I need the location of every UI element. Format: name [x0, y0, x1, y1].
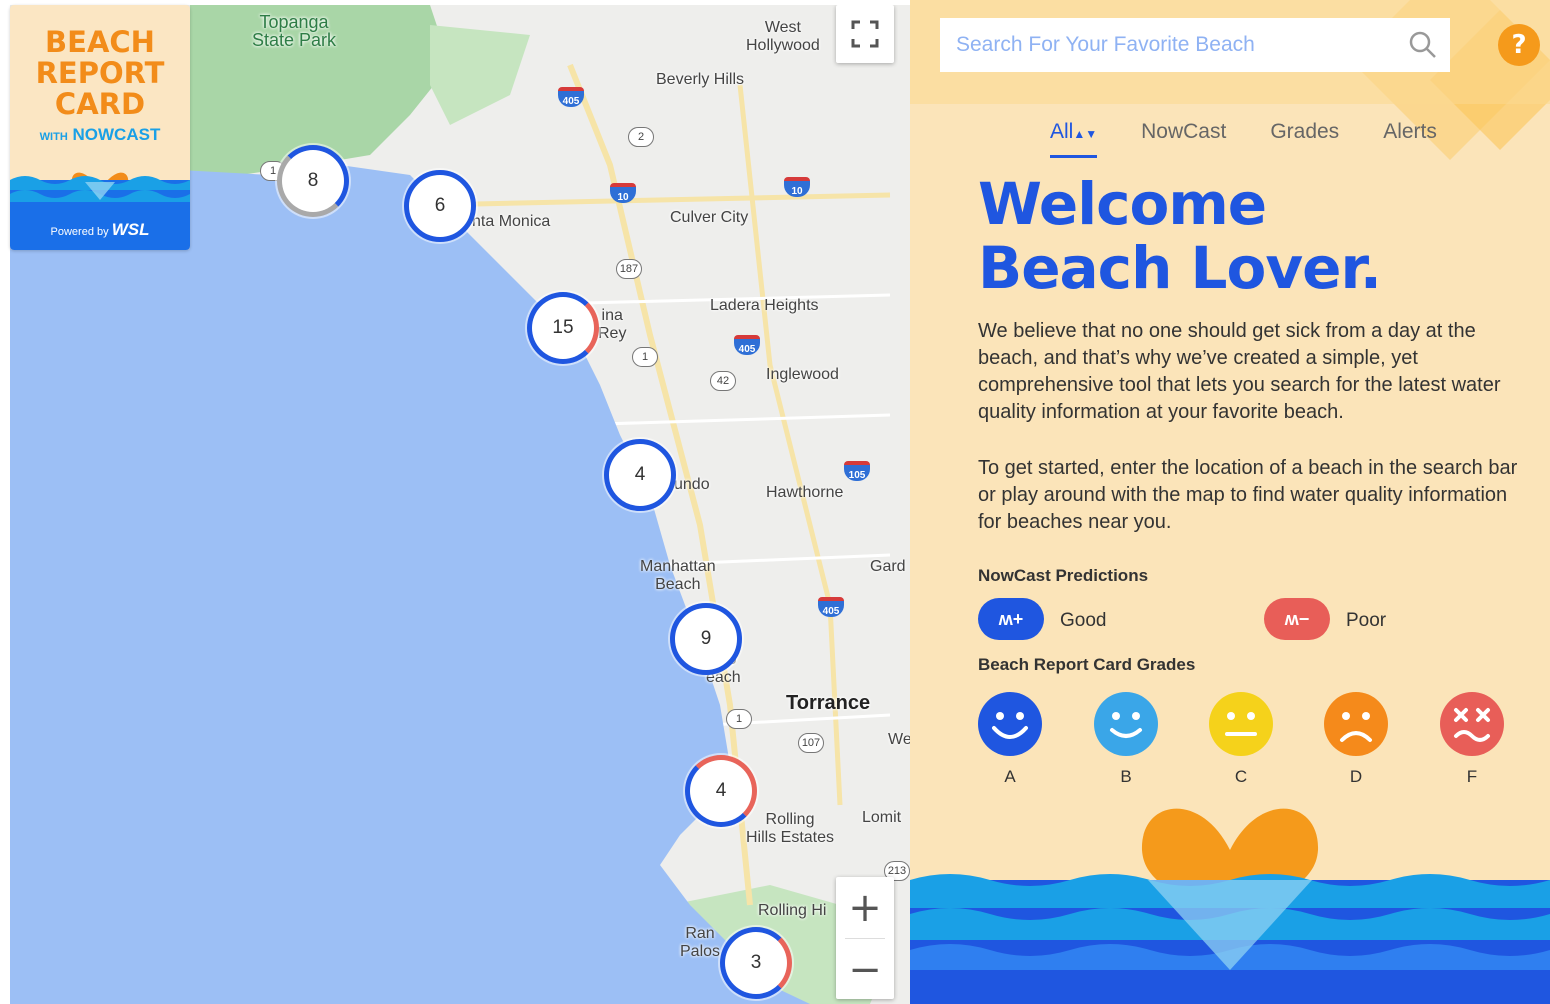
- place-ladera-heights: Ladera Heights: [710, 297, 819, 314]
- frown-face-icon: [1324, 692, 1388, 756]
- route-marker: 1: [726, 709, 752, 729]
- beach-cluster[interactable]: 3: [720, 927, 792, 999]
- sort-arrows-icon: ▲▼: [1073, 127, 1098, 141]
- grade-c: C: [1207, 692, 1275, 787]
- place-manhattan-beach: Manhattan Beach: [640, 558, 716, 593]
- nowcast-poor-label: Poor: [1346, 610, 1387, 631]
- smile-face-icon: [1094, 692, 1158, 756]
- search-icon[interactable]: [1408, 30, 1438, 60]
- grade-f: F: [1438, 692, 1506, 787]
- minus-icon: −: [848, 946, 882, 993]
- place-beverly-hills: Beverly Hills: [656, 71, 745, 88]
- tab-grades[interactable]: Grades: [1270, 120, 1339, 158]
- beach-cluster[interactable]: 6: [404, 170, 476, 242]
- beach-cluster[interactable]: 15: [527, 292, 599, 364]
- logo-line: REPORT: [35, 56, 165, 90]
- welcome-heading: Welcome Beach Lover.: [978, 170, 1382, 302]
- place-west-carson: We: [888, 731, 910, 748]
- grade-label: B: [1120, 767, 1132, 786]
- beach-report-card-logo: BEACH REPORT CARD WITH NOWCAST Powered b…: [10, 5, 190, 250]
- tab-all[interactable]: All▲▼: [1050, 120, 1098, 158]
- beach-cluster[interactable]: 4: [685, 755, 757, 827]
- place-topanga: Topanga State Park: [252, 12, 337, 50]
- place-gardena: Gard: [870, 558, 906, 575]
- logo-line: CARD: [54, 87, 146, 121]
- welcome-line: Beach Lover.: [978, 234, 1382, 302]
- nowcast-good-badge: ʍ+: [978, 598, 1044, 640]
- powered-by-wsl: Powered by WSL: [50, 220, 150, 239]
- place-rancho-palos-verdes: Ran Palos: [680, 925, 721, 960]
- help-button[interactable]: ?: [1498, 24, 1540, 66]
- place-torrance: Torrance: [786, 692, 871, 714]
- place-marina-del-rey: ina Rey: [598, 307, 627, 342]
- route-marker: 42: [710, 371, 736, 391]
- beach-cluster[interactable]: 4: [604, 439, 676, 511]
- filter-tabs: All▲▼ NowCast Grades Alerts: [1050, 120, 1481, 158]
- zoom-out-button[interactable]: −: [836, 939, 894, 1000]
- logo-nowcast: WITH NOWCAST: [39, 125, 161, 144]
- welcome-line: Welcome: [978, 170, 1267, 238]
- place-rolling-hills-estates: Rolling Hills Estates: [746, 811, 835, 846]
- place-culver-city: Culver City: [670, 209, 749, 226]
- fullscreen-icon: [851, 20, 879, 48]
- place-santa-monica: nta Monica: [472, 213, 551, 230]
- place-hawthorne: Hawthorne: [766, 484, 844, 501]
- wave-heart-illustration: [910, 808, 1550, 1004]
- neutral-face-icon: [1209, 692, 1273, 756]
- grades-legend-title: Beach Report Card Grades: [978, 655, 1196, 674]
- zoom-controls: + −: [836, 877, 894, 999]
- logo-line: BEACH: [45, 25, 155, 59]
- route-marker: 2: [628, 127, 654, 147]
- zoom-in-button[interactable]: +: [836, 877, 894, 938]
- grade-label: F: [1466, 767, 1478, 786]
- plus-icon: +: [848, 884, 882, 931]
- big-smile-face-icon: [978, 692, 1042, 756]
- place-rolling-hills: Rolling Hi: [758, 902, 827, 919]
- intro-paragraph: We believe that no one should get sick f…: [978, 320, 1501, 423]
- grade-label: A: [1004, 767, 1016, 786]
- route-marker: 187: [616, 259, 642, 279]
- grade-a: A: [976, 692, 1044, 787]
- instructions-paragraph: To get started, enter the location of a …: [978, 457, 1518, 533]
- dead-face-icon: [1440, 692, 1504, 756]
- route-marker: 107: [798, 733, 824, 753]
- grade-b: B: [1092, 692, 1160, 787]
- beach-cluster[interactable]: 9: [670, 603, 742, 675]
- nowcast-good-label: Good: [1060, 610, 1107, 631]
- grade-d: D: [1322, 692, 1390, 787]
- place-inglewood: Inglewood: [766, 366, 839, 383]
- tab-nowcast[interactable]: NowCast: [1141, 120, 1226, 158]
- place-el-segundo: undo: [674, 476, 710, 493]
- place-west-hollywood: West Hollywood: [746, 19, 820, 54]
- search-bar[interactable]: [940, 18, 1450, 72]
- info-panel: ? All▲▼ NowCast Grades Alerts Welcome Be…: [910, 0, 1550, 1004]
- grade-label: C: [1234, 767, 1248, 786]
- tab-alerts[interactable]: Alerts: [1383, 120, 1437, 158]
- fullscreen-button[interactable]: [836, 5, 894, 63]
- nowcast-poor-badge: ʍ−: [1264, 598, 1330, 640]
- grade-label: D: [1349, 767, 1363, 786]
- place-lomita: Lomit: [862, 809, 902, 826]
- search-input[interactable]: [940, 18, 1410, 72]
- beach-cluster[interactable]: 8: [277, 145, 349, 217]
- question-icon: ?: [1511, 30, 1527, 60]
- nowcast-legend-title: NowCast Predictions: [978, 566, 1149, 585]
- route-marker: 1: [632, 347, 658, 367]
